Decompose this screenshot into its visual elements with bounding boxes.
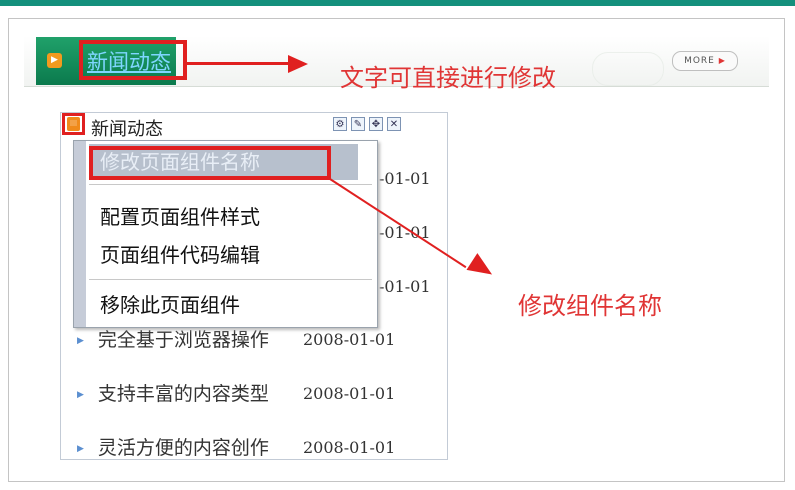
widget-title: 新闻动态 bbox=[91, 119, 163, 140]
more-button[interactable]: MORE ▶ bbox=[672, 51, 738, 71]
more-label: MORE bbox=[684, 56, 715, 66]
menu-separator bbox=[89, 279, 372, 280]
highlight-box-menu-item bbox=[89, 146, 331, 180]
list-item-date: 2008-01-01 bbox=[303, 330, 396, 349]
bullet-icon: ▶ bbox=[77, 336, 84, 346]
watermark-decoration bbox=[592, 52, 664, 86]
arrow-right-icon bbox=[288, 55, 308, 73]
widget-header: 新闻动态 ⚙ ✎ ✥ ✕ bbox=[61, 113, 447, 140]
top-accent-bar bbox=[0, 0, 795, 6]
chevron-right-icon: ▶ bbox=[718, 56, 726, 65]
list-item[interactable]: ▶ 灵活方便的内容创作 2008-01-01 bbox=[77, 433, 395, 460]
play-icon: ▶ bbox=[47, 53, 62, 68]
list-item-date: 2008-01-01 bbox=[303, 438, 396, 457]
list-item[interactable]: ▶ 完全基于浏览器操作 2008-01-01 bbox=[77, 325, 395, 352]
edit-icon[interactable]: ✎ bbox=[351, 117, 365, 131]
menu-gutter bbox=[74, 141, 86, 327]
list-item-date: -01-01 bbox=[379, 277, 431, 296]
bullet-icon: ▶ bbox=[77, 444, 84, 454]
arrow-line-title bbox=[187, 62, 289, 65]
annotation-title-edit: 文字可直接进行修改 bbox=[340, 64, 556, 92]
list-item[interactable]: ▶ 支持丰富的内容类型 2008-01-01 bbox=[77, 379, 395, 406]
menu-item-remove[interactable]: 移除此页面组件 bbox=[100, 289, 240, 318]
list-item-date: 2008-01-01 bbox=[303, 384, 396, 403]
menu-item-code-edit[interactable]: 页面组件代码编辑 bbox=[100, 239, 260, 268]
highlight-box-widget-icon bbox=[62, 113, 85, 135]
bullet-icon: ▶ bbox=[77, 390, 84, 400]
highlight-box-title bbox=[79, 40, 187, 80]
list-item-date: -01-01 bbox=[379, 169, 431, 188]
list-item-title[interactable]: 完全基于浏览器操作 bbox=[98, 329, 269, 351]
annotation-rename-component: 修改组件名称 bbox=[518, 292, 662, 320]
menu-item-style[interactable]: 配置页面组件样式 bbox=[100, 201, 260, 230]
list-item-title[interactable]: 支持丰富的内容类型 bbox=[98, 383, 269, 405]
move-icon[interactable]: ✥ bbox=[369, 117, 383, 131]
close-icon[interactable]: ✕ bbox=[387, 117, 401, 131]
list-item-title[interactable]: 灵活方便的内容创作 bbox=[98, 437, 269, 459]
menu-separator bbox=[89, 184, 372, 185]
settings-icon[interactable]: ⚙ bbox=[333, 117, 347, 131]
